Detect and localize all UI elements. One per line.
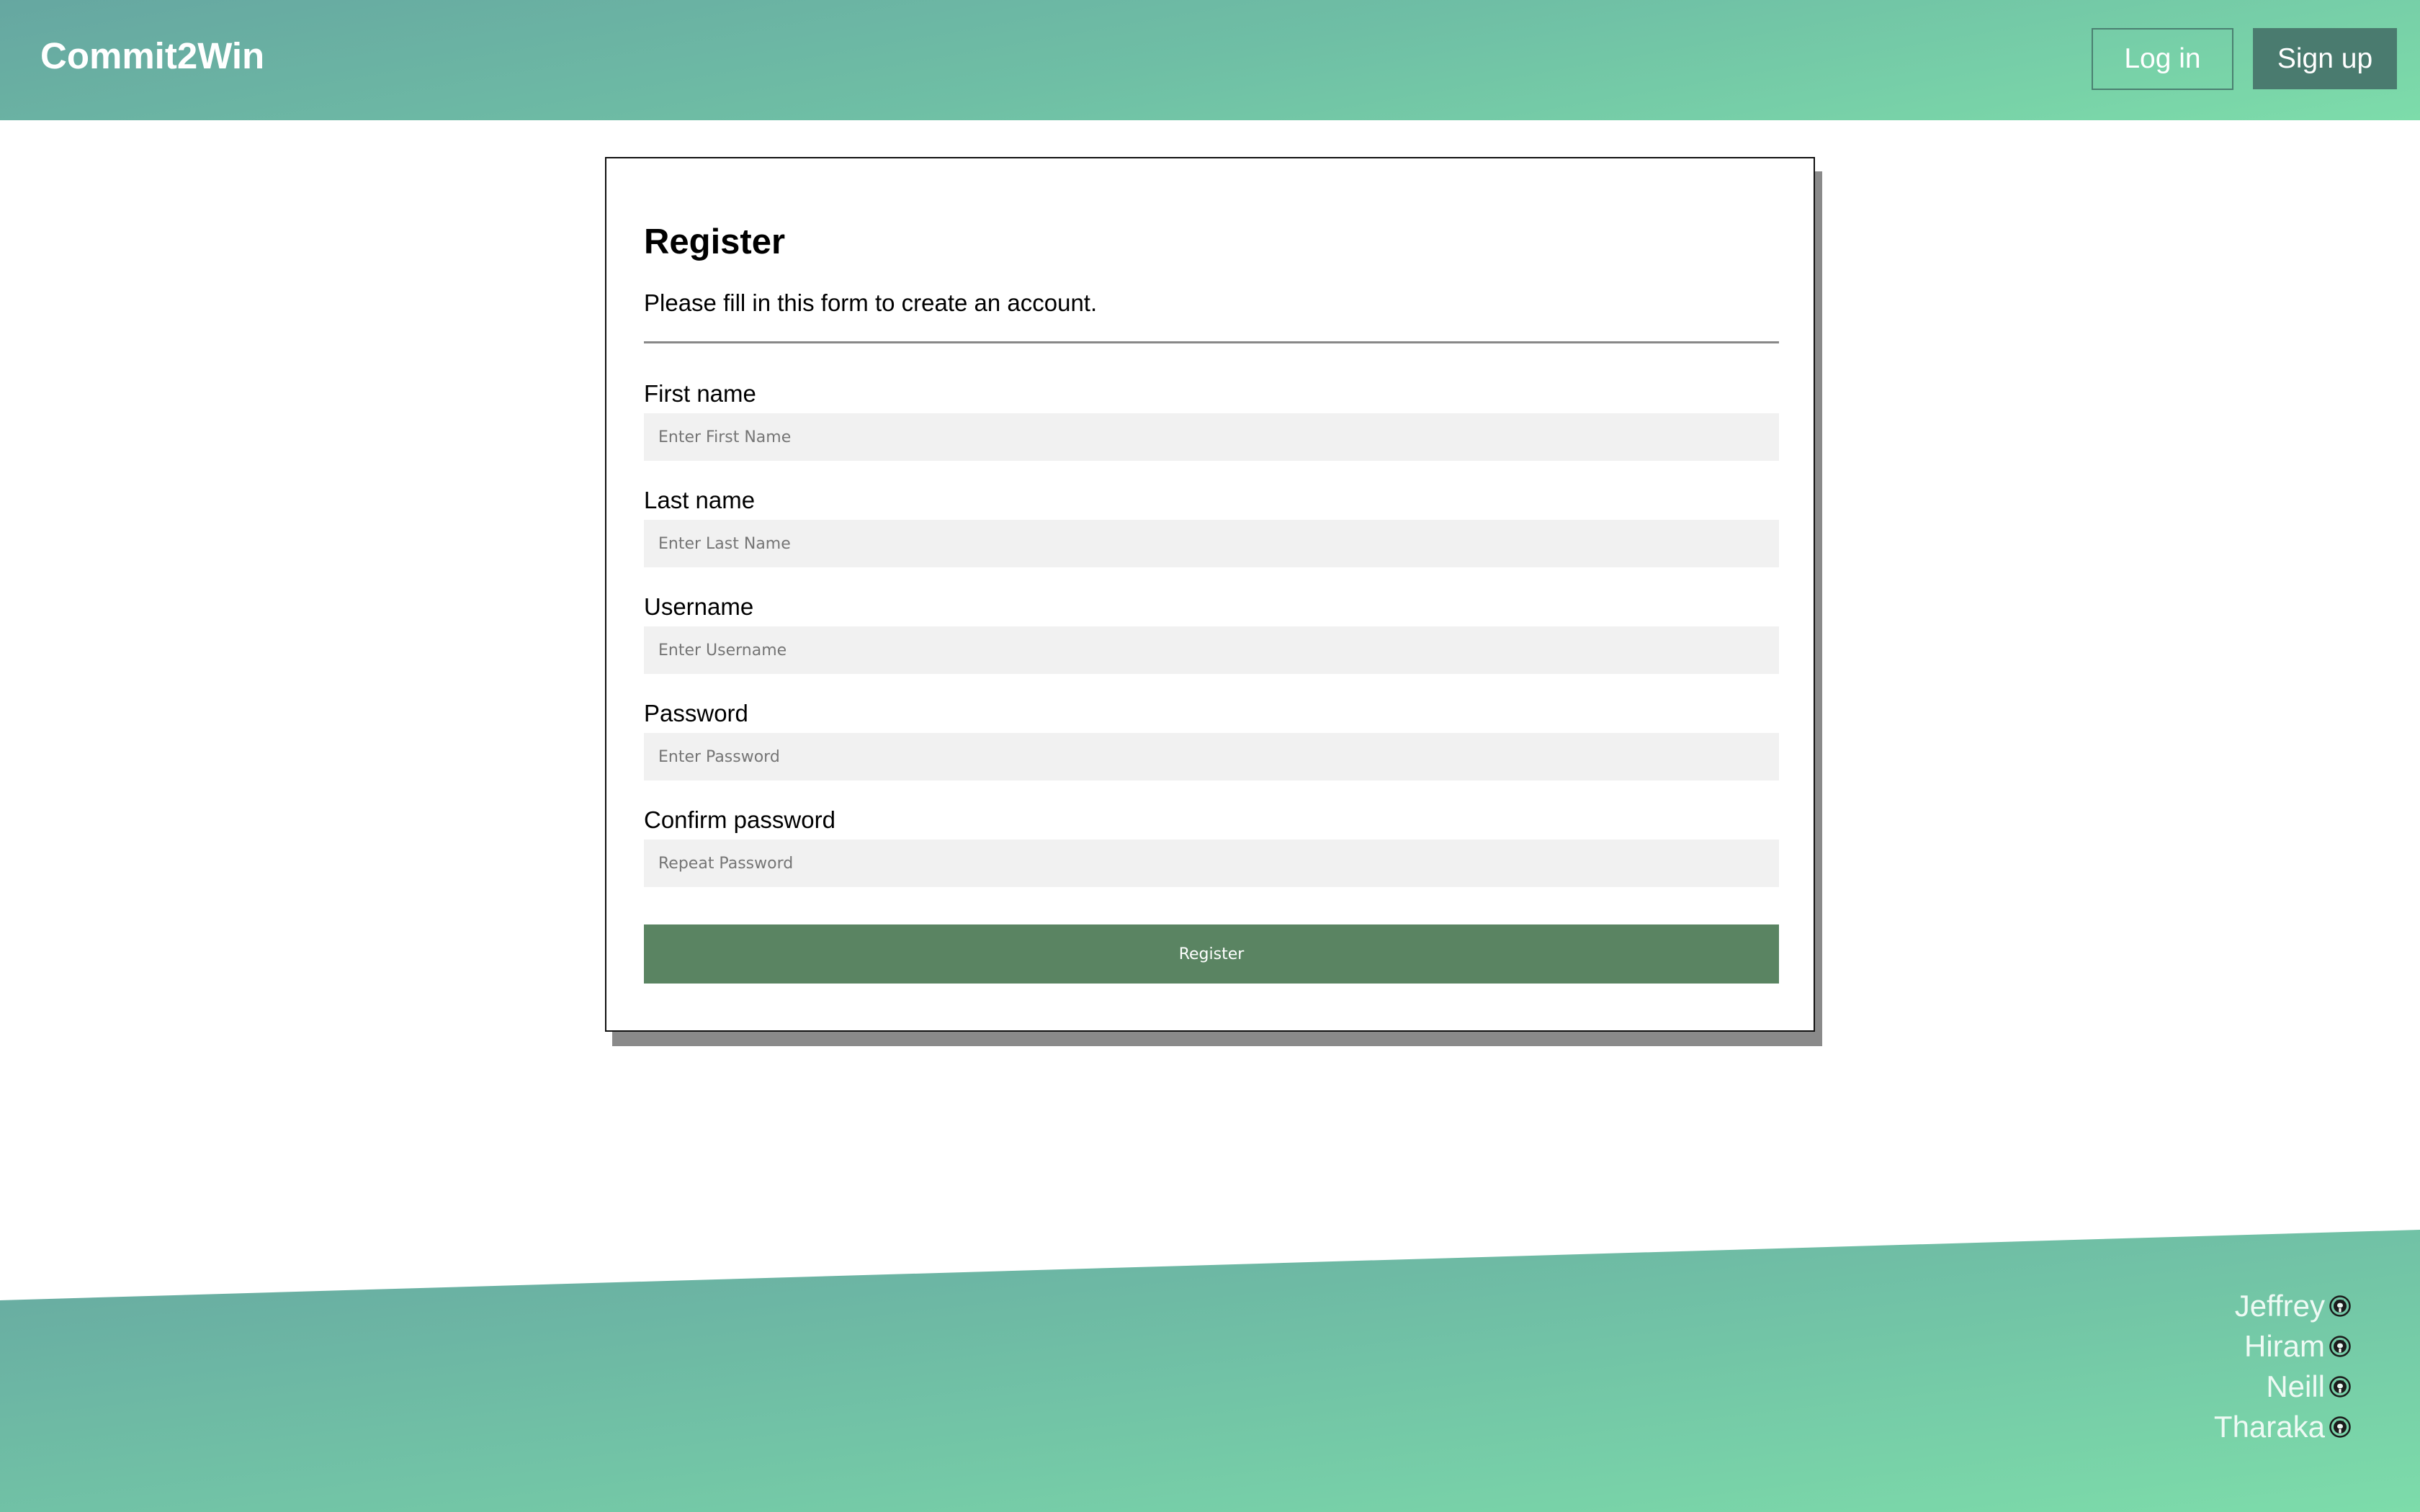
contributor-tharaka[interactable]: Tharaka: [2214, 1407, 2351, 1447]
register-form-card: Register Please fill in this form to cre…: [605, 157, 1815, 1032]
password-label: Password: [644, 700, 748, 726]
contributor-name[interactable]: Hiram: [2244, 1326, 2325, 1367]
contributors-list: Jeffrey Hiram Neill Tharaka: [2214, 1286, 2351, 1447]
signup-button[interactable]: Sign up: [2253, 28, 2397, 89]
form-divider: [644, 341, 1779, 343]
confirm-password-input[interactable]: [644, 840, 1779, 887]
password-input[interactable]: [644, 733, 1779, 780]
first-name-label: First name: [644, 380, 756, 407]
contributor-name[interactable]: Neill: [2266, 1367, 2325, 1407]
contributor-name[interactable]: Jeffrey: [2235, 1286, 2325, 1326]
footer-background: [0, 1230, 2420, 1512]
github-icon[interactable]: [2329, 1416, 2351, 1438]
contributor-neill[interactable]: Neill: [2266, 1367, 2351, 1407]
page: Commit2Win Log in Sign up Register Pleas…: [0, 0, 2420, 1512]
top-navbar: Commit2Win Log in Sign up: [0, 0, 2420, 120]
form-title: Register: [644, 222, 786, 261]
username-label: Username: [644, 593, 754, 620]
github-icon[interactable]: [2329, 1376, 2351, 1398]
contributor-name[interactable]: Tharaka: [2214, 1407, 2325, 1447]
last-name-label: Last name: [644, 487, 756, 513]
login-button[interactable]: Log in: [2092, 28, 2233, 90]
register-button[interactable]: Register: [644, 924, 1779, 984]
contributor-jeffrey[interactable]: Jeffrey: [2235, 1286, 2351, 1326]
first-name-input[interactable]: [644, 413, 1779, 461]
username-input[interactable]: [644, 626, 1779, 674]
last-name-input[interactable]: [644, 520, 1779, 567]
form-subtitle: Please fill in this form to create an ac…: [644, 289, 1098, 316]
github-icon[interactable]: [2329, 1336, 2351, 1357]
brand-logo[interactable]: Commit2Win: [40, 35, 264, 77]
contributor-hiram[interactable]: Hiram: [2244, 1326, 2351, 1367]
confirm-password-label: Confirm password: [644, 806, 835, 833]
github-icon[interactable]: [2329, 1295, 2351, 1317]
